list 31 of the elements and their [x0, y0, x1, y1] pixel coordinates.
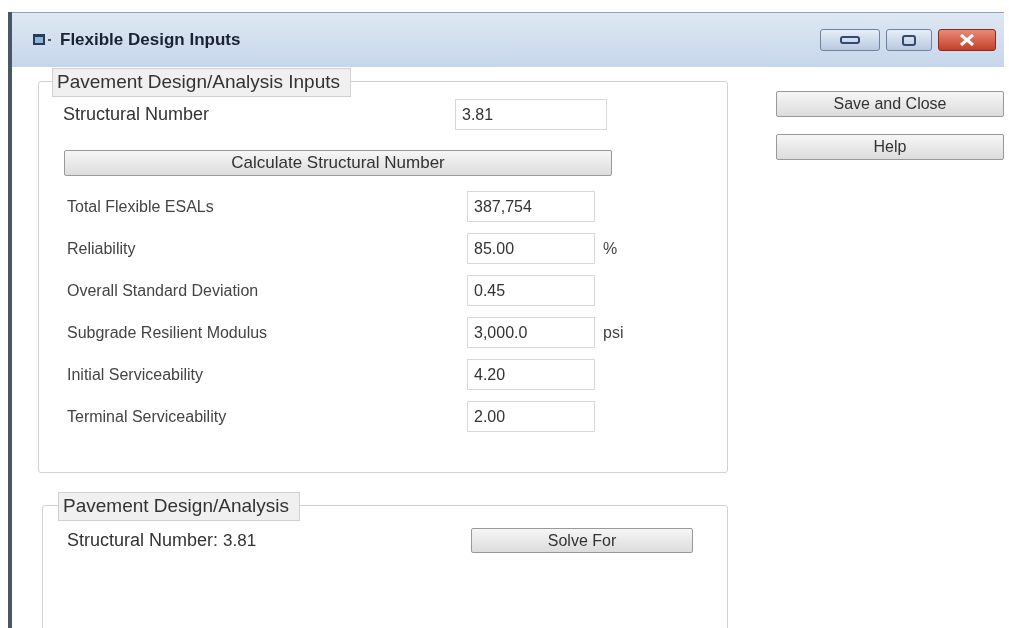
field-label: Reliability: [67, 239, 137, 258]
unit-label: psi: [602, 323, 625, 342]
minimize-icon: [840, 36, 860, 44]
input-field[interactable]: 0.45: [467, 275, 595, 306]
side-button[interactable]: Help: [776, 134, 1004, 160]
close-icon: [959, 34, 975, 46]
group-legend: Pavement Design/Analysis: [58, 492, 300, 521]
field-label: Overall Standard Deviation: [67, 281, 260, 300]
field-label: Initial Serviceability: [67, 365, 205, 384]
field-label: Structural Number: [63, 104, 211, 125]
field-label: Terminal Serviceability: [67, 407, 228, 426]
window-title: Flexible Design Inputs: [60, 30, 241, 50]
unit-label: %: [602, 239, 619, 258]
field-label: Total Flexible ESALs: [67, 197, 215, 216]
calculate-button[interactable]: Calculate Structural Number: [64, 150, 612, 176]
close-button[interactable]: [938, 29, 996, 51]
maximize-icon: [902, 34, 916, 46]
group-legend: Pavement Design/Analysis Inputs: [52, 68, 352, 97]
input-field[interactable]: 3,000.0: [467, 317, 595, 348]
input-field[interactable]: 2.00: [467, 401, 595, 432]
solve-button[interactable]: Solve For: [471, 528, 693, 553]
app-icon: [32, 32, 54, 48]
input-field[interactable]: 85.00: [467, 233, 595, 264]
maximize-button[interactable]: [886, 29, 932, 51]
input-field[interactable]: 4.20: [467, 359, 595, 390]
input-field[interactable]: 3.81: [455, 99, 607, 130]
field-label: Subgrade Resilient Modulus: [67, 323, 269, 342]
result-text: Structural Number: 3.81: [67, 530, 258, 551]
input-field[interactable]: 387,754: [467, 191, 595, 222]
side-button[interactable]: Save and Close: [776, 91, 1004, 117]
minimize-button[interactable]: [820, 29, 880, 51]
